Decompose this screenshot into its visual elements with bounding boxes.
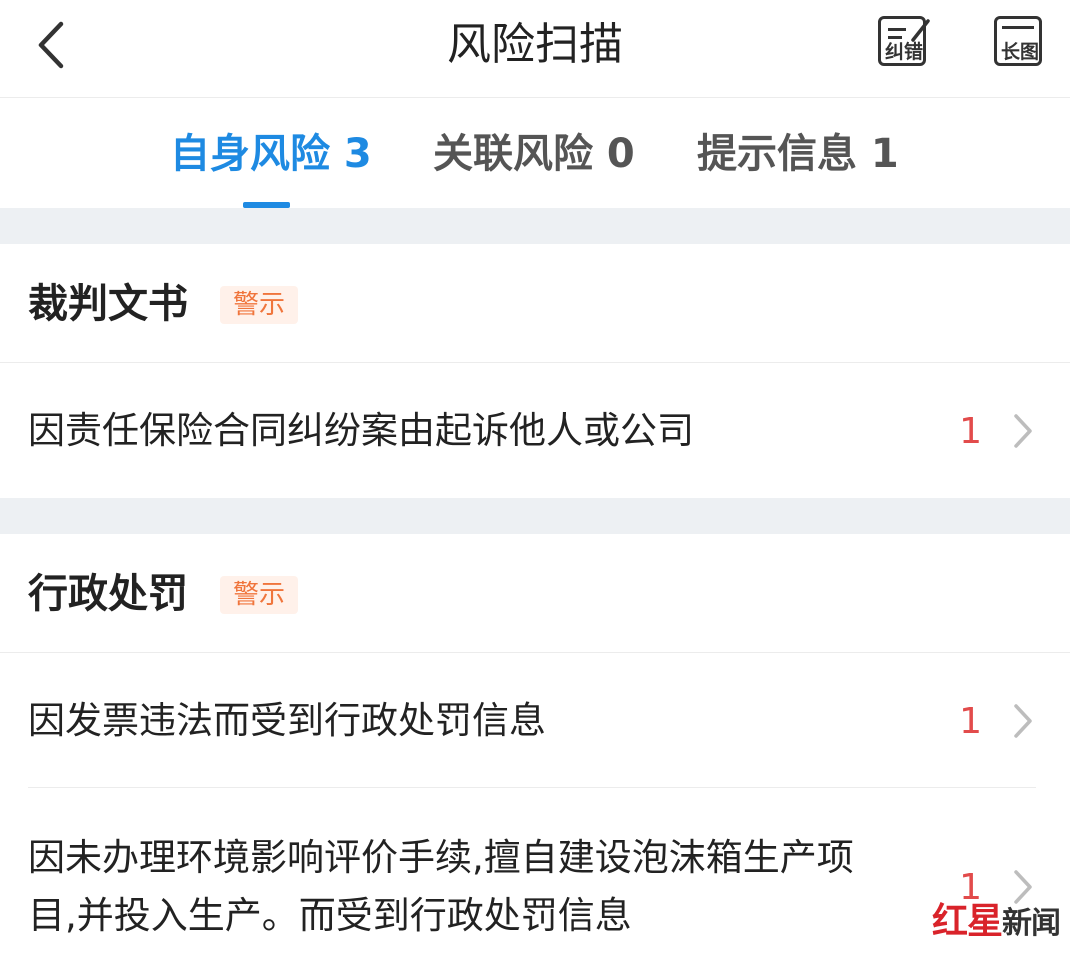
correct-error-label: 纠错 [884, 41, 923, 63]
divider [28, 787, 1036, 788]
watermark-brand: 红星 [931, 900, 1003, 942]
risk-tabs: 自身风险 3 关联风险 0 提示信息 1 [0, 98, 1070, 208]
tab-notice-info[interactable]: 提示信息 1 [697, 128, 899, 180]
long-image-label: 长图 [1000, 41, 1039, 63]
chevron-right-icon [1014, 414, 1032, 448]
section-title: 裁判文书 [28, 281, 188, 327]
section-gap [0, 498, 1070, 534]
watermark-logo: 红星新闻 [931, 892, 1061, 944]
correct-error-button[interactable]: 纠错 [876, 14, 932, 70]
risk-count: 1 [959, 411, 982, 452]
section-header-admin-penalty: 行政处罚 警示 [0, 534, 1070, 653]
list-item[interactable]: 因发票违法而受到行政处罚信息 1 [0, 653, 1070, 788]
list-item-text: 因发票违法而受到行政处罚信息 [28, 699, 546, 742]
list-item-text: 因责任保险合同纠纷案由起诉他人或公司 [28, 409, 694, 452]
list-item[interactable]: 因责任保险合同纠纷案由起诉他人或公司 1 [0, 363, 1070, 497]
watermark-news: 新闻 [1002, 906, 1061, 941]
section-header-judgment: 裁判文书 警示 [0, 244, 1070, 363]
list-item-text-line2: 目,并投入生产。而受到行政处罚信息 [28, 894, 632, 937]
top-bar: 风险扫描 纠错 长图 [0, 0, 1070, 98]
list-item-text-line1: 因未办理环境影响评价手续,擅自建设泡沫箱生产项 [28, 836, 854, 879]
risk-count: 1 [959, 701, 982, 742]
tab-self-risk[interactable]: 自身风险 3 [170, 128, 372, 180]
long-image-button[interactable]: 长图 [992, 14, 1048, 70]
tab-related-risk[interactable]: 关联风险 0 [433, 128, 635, 180]
list-item[interactable]: 因未办理环境影响评价手续,擅自建设泡沫箱生产项 目,并投入生产。而受到行政处罚信… [0, 789, 1070, 962]
section-gap [0, 208, 1070, 244]
chevron-right-icon [1014, 704, 1032, 738]
warning-badge: 警示 [220, 576, 298, 614]
warning-badge: 警示 [220, 286, 298, 324]
section-title: 行政处罚 [28, 571, 188, 617]
